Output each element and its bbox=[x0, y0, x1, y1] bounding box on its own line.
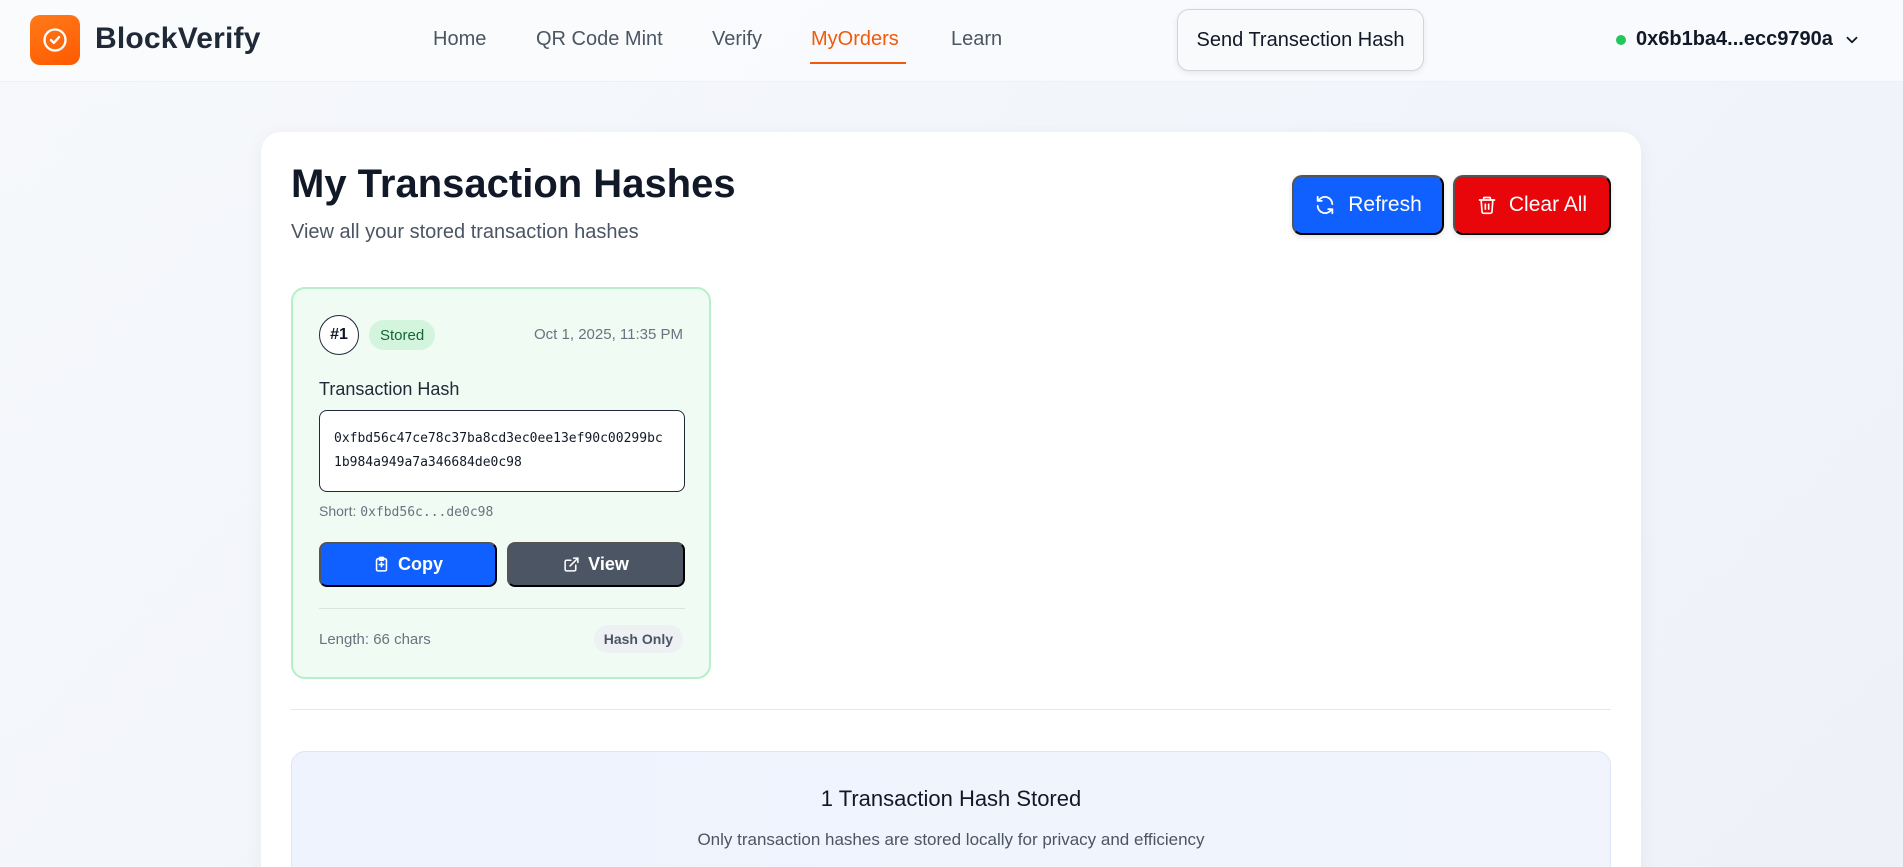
refresh-label: Refresh bbox=[1348, 193, 1422, 216]
short-hash-value: 0xfbd56c...de0c98 bbox=[360, 505, 494, 520]
card-divider bbox=[319, 608, 685, 609]
section-divider bbox=[291, 709, 1611, 710]
send-transaction-hash-button[interactable]: Send Transection Hash bbox=[1177, 9, 1424, 71]
brand-name[interactable]: BlockVerify bbox=[95, 22, 261, 56]
hash-number-badge: #1 bbox=[319, 315, 359, 355]
hash-length: Length: 66 chars bbox=[319, 631, 431, 648]
refresh-button[interactable]: Refresh bbox=[1292, 175, 1444, 235]
check-circle-icon bbox=[43, 28, 67, 52]
wallet-menu[interactable]: 0x6b1ba4...ecc9790a bbox=[1616, 28, 1861, 51]
refresh-icon bbox=[1316, 195, 1334, 215]
copy-button[interactable]: Copy bbox=[319, 542, 497, 587]
status-badge: Stored bbox=[369, 320, 436, 350]
wallet-address: 0x6b1ba4...ecc9790a bbox=[1636, 28, 1833, 50]
nav-learn[interactable]: Learn bbox=[951, 28, 1002, 51]
external-link-icon bbox=[564, 557, 579, 572]
hash-label: Transaction Hash bbox=[319, 379, 460, 399]
chevron-down-icon bbox=[1846, 36, 1858, 43]
summary-subtitle: Only transaction hashes are stored local… bbox=[697, 830, 1205, 849]
page-subtitle: View all your stored transaction hashes bbox=[291, 221, 639, 243]
view-button[interactable]: View bbox=[507, 542, 685, 587]
copy-label: Copy bbox=[398, 554, 443, 574]
nav-verify[interactable]: Verify bbox=[712, 28, 762, 51]
hash-card: #1 Stored Oct 1, 2025, 11:35 PM Transact… bbox=[291, 287, 711, 679]
summary-title: 1 Transaction Hash Stored bbox=[820, 786, 1082, 811]
nav-myorders[interactable]: MyOrders bbox=[811, 28, 899, 51]
logo[interactable] bbox=[30, 15, 80, 65]
trash-icon bbox=[1478, 196, 1496, 215]
nav-home[interactable]: Home bbox=[433, 28, 486, 51]
active-nav-indicator bbox=[810, 62, 906, 64]
hash-timestamp: Oct 1, 2025, 11:35 PM bbox=[534, 326, 683, 343]
short-hash-prefix: Short: bbox=[319, 503, 357, 519]
page-title: My Transaction Hashes bbox=[291, 162, 736, 206]
wallet-status-dot bbox=[1616, 34, 1626, 45]
view-label: View bbox=[588, 554, 629, 574]
nav-qr-code-mint[interactable]: QR Code Mint bbox=[536, 28, 663, 51]
summary-panel: 1 Transaction Hash Stored Only transacti… bbox=[291, 751, 1611, 867]
clear-all-label: Clear All bbox=[1508, 193, 1588, 216]
clear-all-button[interactable]: Clear All bbox=[1453, 175, 1611, 235]
hash-value[interactable]: 0xfbd56c47ce78c37ba8cd3ec0ee13ef90c00299… bbox=[319, 410, 685, 492]
top-header: BlockVerify Home QR Code Mint Verify MyO… bbox=[0, 0, 1903, 82]
short-hash-line: Short: 0xfbd56c...de0c98 bbox=[319, 503, 493, 520]
clipboard-icon bbox=[375, 556, 388, 572]
hash-type-badge: Hash Only bbox=[593, 625, 683, 653]
